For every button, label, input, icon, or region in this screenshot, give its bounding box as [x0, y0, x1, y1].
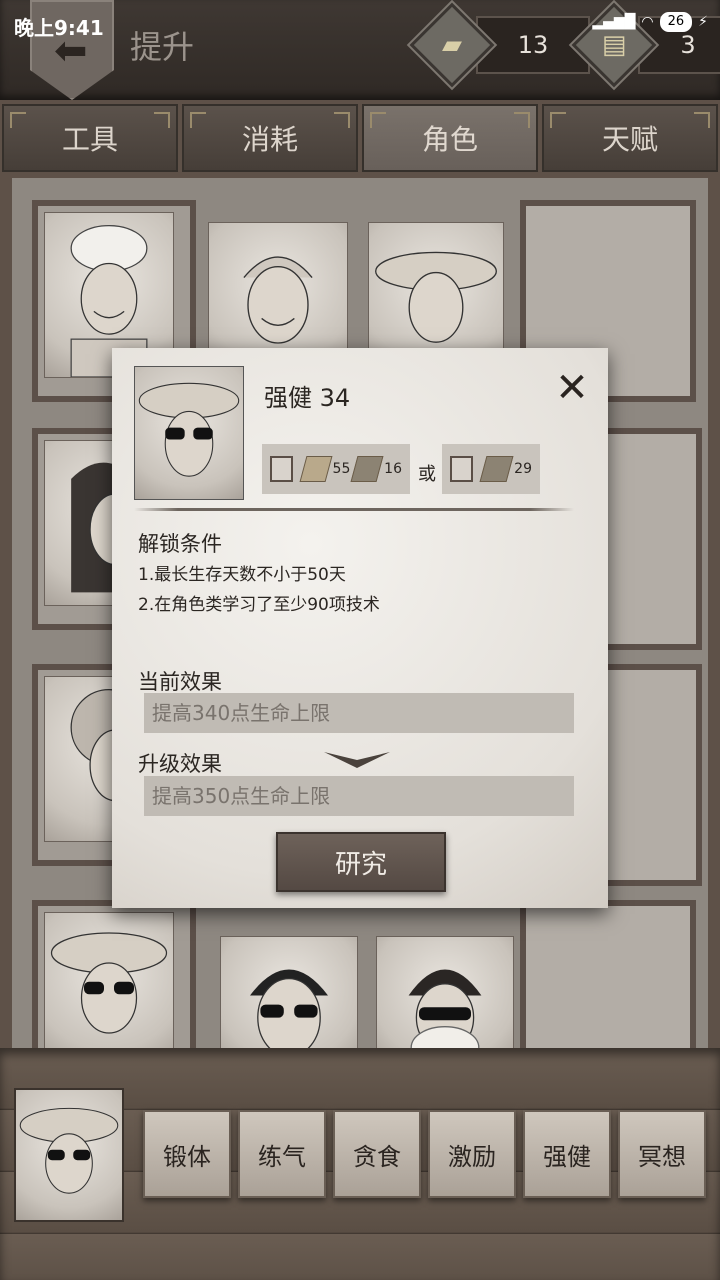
skill-button[interactable]: 锻体: [143, 1110, 231, 1198]
skill-label: 练气: [258, 1142, 306, 1171]
chevron-down-icon: [324, 752, 390, 768]
or-label: 或: [418, 464, 436, 485]
skill-button[interactable]: 激励: [428, 1110, 516, 1198]
checkbox[interactable]: [270, 456, 293, 482]
skill-label: 贪食: [353, 1142, 401, 1171]
tab-tools-label: 工具: [61, 123, 118, 156]
tab-tools[interactable]: 工具: [2, 104, 178, 172]
cost-option-2[interactable]: 29: [442, 444, 540, 494]
cost-option-1[interactable]: 55 16: [262, 444, 410, 494]
skill-detail-dialog: 强健 34 ✕ 55 16 或 29 解锁条件 1.最长生存天数不小于50天 2…: [112, 348, 608, 908]
skill-label: 冥想: [638, 1142, 686, 1171]
status-icons: ▂▄▆█ ◠ 26 ⚡: [592, 12, 708, 32]
status-time: 晚上9:41: [14, 16, 104, 40]
dialog-title: 强健 34: [264, 384, 351, 412]
skill-button[interactable]: 冥想: [618, 1110, 706, 1198]
cost-amount: 55: [332, 461, 351, 477]
unlock-conditions-label: 解锁条件: [138, 532, 222, 556]
current-effect-value: 提高340点生命上限: [144, 693, 574, 733]
cost-amount: 29: [514, 461, 532, 477]
close-icon[interactable]: ✕: [550, 366, 594, 410]
skill-button[interactable]: 练气: [238, 1110, 326, 1198]
skill-label: 锻体: [163, 1142, 211, 1171]
charging-icon: ⚡: [698, 14, 708, 30]
skill-label: 激励: [448, 1142, 496, 1171]
character-cell[interactable]: [32, 900, 196, 1072]
top-bar: ⬅ 提升 ▰ 13 ▤ 3 晚上9:41 ▂▄▆█ ◠ 26 ⚡: [0, 0, 720, 100]
tab-talents-label: 天赋: [601, 123, 658, 156]
book-icon: [479, 456, 514, 482]
tab-characters-label: 角色: [421, 123, 478, 156]
upgrade-effect-label: 升级效果: [138, 752, 222, 776]
tab-bar: 工具 消耗 角色 天赋: [0, 104, 720, 172]
dialog-portrait: [134, 366, 244, 500]
cost-amount: 16: [384, 461, 402, 477]
tab-consumables-label: 消耗: [241, 123, 298, 156]
scroll-icon: [299, 456, 333, 482]
condition-item: 1.最长生存天数不小于50天: [138, 565, 346, 585]
book-icon: [350, 456, 384, 482]
character-cell[interactable]: [602, 664, 702, 886]
skill-button[interactable]: 强健: [523, 1110, 611, 1198]
status-bar: 晚上9:41 ▂▄▆█ ◠ 26 ⚡: [0, 0, 720, 50]
tab-consumables[interactable]: 消耗: [182, 104, 358, 172]
character-cell[interactable]: [602, 428, 702, 650]
current-effect-label: 当前效果: [138, 670, 222, 694]
battery-icon: 26: [659, 12, 693, 32]
skill-label: 强健: [543, 1142, 591, 1171]
divider: [134, 508, 574, 511]
tab-talents[interactable]: 天赋: [542, 104, 718, 172]
research-button-label: 研究: [334, 849, 387, 880]
wifi-icon: ◠: [641, 14, 654, 30]
research-button[interactable]: 研究: [276, 832, 446, 892]
tab-characters[interactable]: 角色: [362, 104, 538, 172]
checkbox[interactable]: [450, 456, 474, 482]
selected-character-portrait[interactable]: [14, 1088, 124, 1222]
condition-item: 2.在角色类学习了至少90项技术: [138, 595, 380, 615]
skill-button[interactable]: 贪食: [333, 1110, 421, 1198]
upgrade-effect-value: 提高350点生命上限: [144, 776, 574, 816]
sunglasses-hat-portrait: [44, 912, 174, 1064]
signal-icon: ▂▄▆█: [592, 14, 636, 30]
